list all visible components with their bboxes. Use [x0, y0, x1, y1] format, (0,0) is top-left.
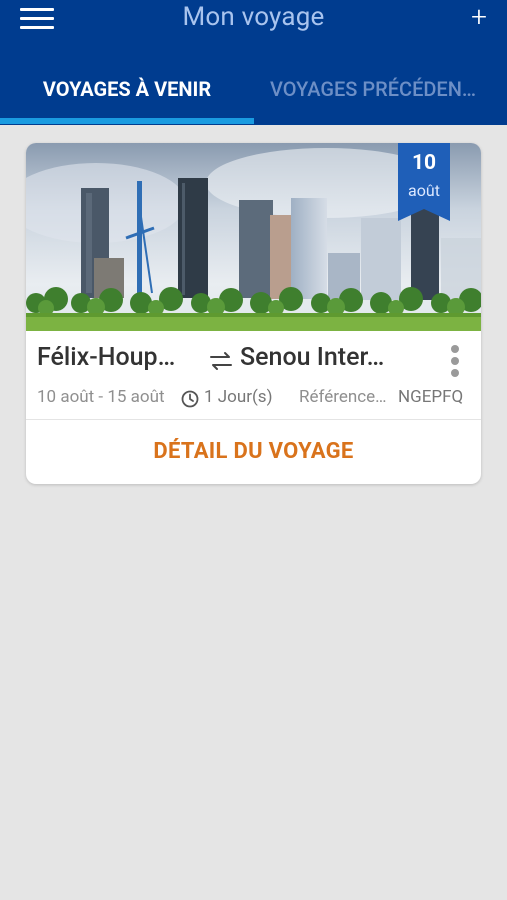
destination-airport: Senou Inter…	[240, 343, 385, 372]
reference-value: NGEPFQ	[398, 387, 464, 407]
trip-duration: 1 Jour(s)	[204, 387, 273, 407]
page-title: Mon voyage	[182, 2, 325, 32]
badge-month: août	[408, 181, 440, 200]
tab-past-trips[interactable]: VOYAGES PRÉCÉDEN…	[270, 60, 495, 118]
trip-tabs: VOYAGES À VENIR VOYAGES PRÉCÉDEN…	[0, 60, 507, 125]
route-row: Félix-Houp… Senou Inter…	[26, 343, 481, 383]
add-trip-button[interactable]: +	[471, 3, 487, 31]
reference-label: Référence…	[299, 387, 387, 407]
badge-day: 10	[411, 151, 437, 175]
trip-detail-button[interactable]: DÉTAIL DU VOYAGE	[26, 420, 481, 484]
app-bar: Mon voyage + VOYAGES À VENIR VOYAGES PRÉ…	[0, 0, 507, 125]
date-badge: 10 août	[398, 143, 450, 221]
origin-airport: Félix-Houp…	[37, 343, 176, 372]
trip-card[interactable]: 10 août Félix-Houp… Senou Inter… 10 août…	[26, 143, 481, 484]
round-trip-icon	[210, 352, 232, 370]
more-options-icon[interactable]	[446, 343, 464, 379]
tab-upcoming-trips[interactable]: VOYAGES À VENIR	[0, 60, 254, 118]
active-tab-indicator	[0, 118, 254, 124]
clock-icon	[181, 390, 199, 408]
trip-dates: 10 août - 15 août	[37, 387, 165, 407]
trip-meta: 10 août - 15 août 1 Jour(s) Référence… N…	[26, 387, 481, 411]
